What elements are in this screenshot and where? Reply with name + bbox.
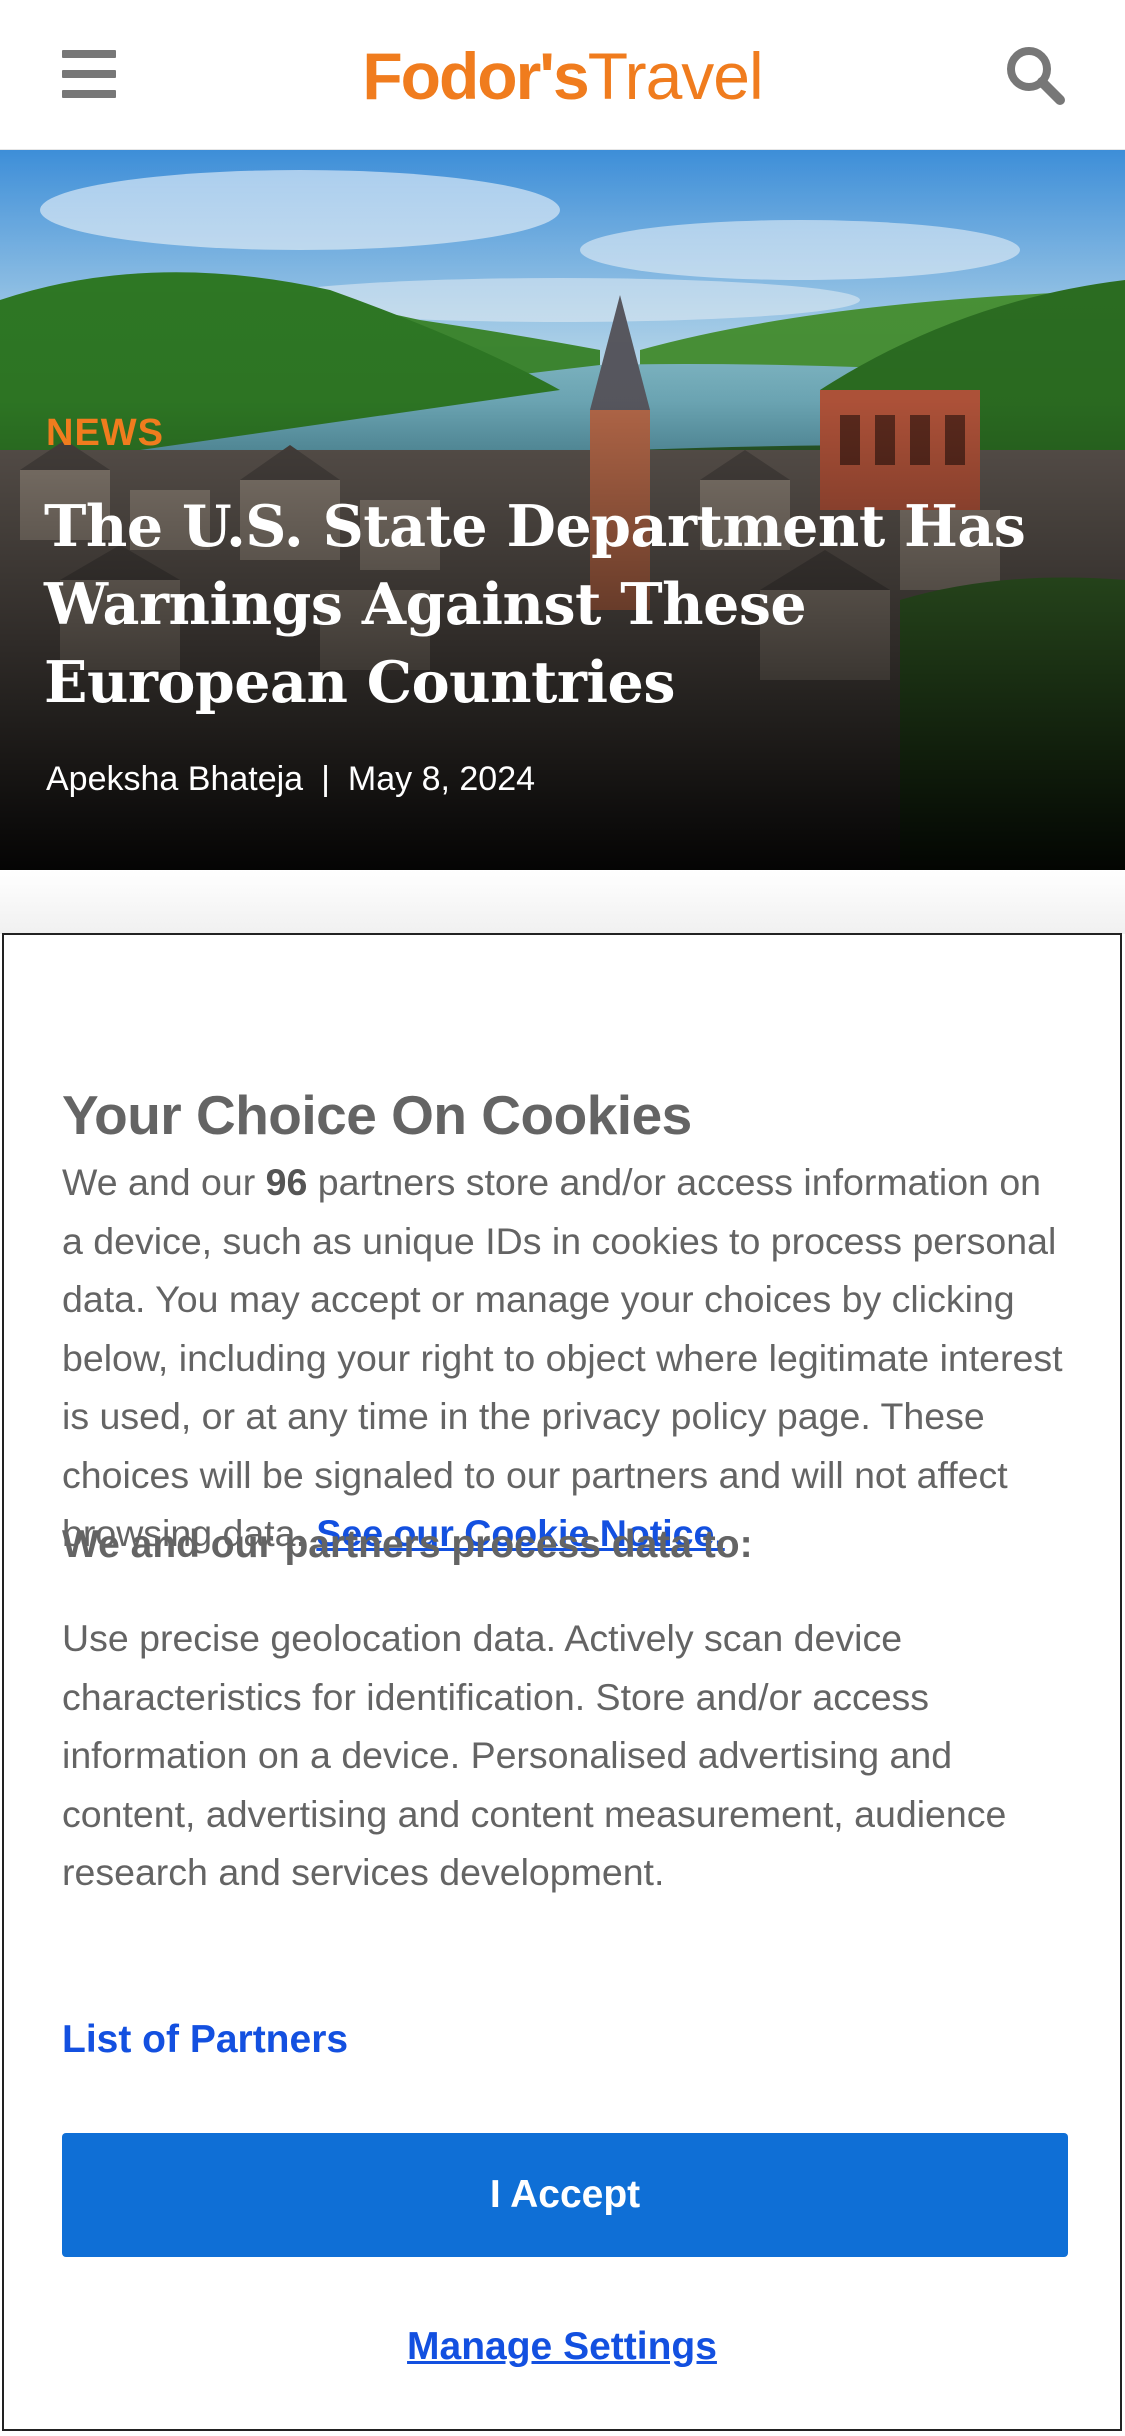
hero-section: NEWS The U.S. State Department Has Warni…: [0, 150, 1125, 870]
logo-bold-text: Fodor's: [362, 39, 589, 113]
publish-date: May 8, 2024: [347, 760, 536, 798]
author-name[interactable]: Apeksha Bhateja: [46, 760, 303, 799]
logo-light-text: Travel: [587, 39, 764, 113]
cookie-body-prefix: We and our: [62, 1161, 266, 1203]
cookie-dialog-body: We and our 96 partners store and/or acce…: [62, 1153, 1072, 1563]
site-header: Fodor'sTravel: [0, 0, 1125, 150]
manage-settings-link[interactable]: Manage Settings: [4, 2325, 1120, 2369]
cookie-body-text: partners store and/or access information…: [62, 1161, 1063, 1554]
accept-button[interactable]: I Accept: [62, 2133, 1068, 2257]
purposes-text: Use precise geolocation data. Actively s…: [62, 1617, 1007, 1893]
byline-separator: |: [321, 760, 330, 798]
cookie-consent-dialog: Your Choice On Cookies We and our 96 par…: [2, 933, 1122, 2431]
article-headline: The U.S. State Department Has Warnings A…: [44, 493, 1026, 716]
list-of-partners-link[interactable]: List of Partners: [62, 2018, 348, 2062]
byline: Apeksha Bhateja | May 8, 2024: [46, 760, 535, 799]
purposes-title: We and our partners process data to:: [62, 1523, 753, 1566]
content-spacer: [0, 870, 1125, 934]
category-label[interactable]: NEWS: [46, 412, 164, 455]
page: Fodor'sTravel NEWS The U.S. State Depart…: [0, 0, 1125, 2436]
cookie-dialog-title: Your Choice On Cookies: [62, 1084, 692, 1146]
site-logo[interactable]: Fodor'sTravel: [0, 38, 1125, 114]
search-icon[interactable]: [1004, 44, 1066, 106]
partner-count: 96: [265, 1161, 308, 1203]
